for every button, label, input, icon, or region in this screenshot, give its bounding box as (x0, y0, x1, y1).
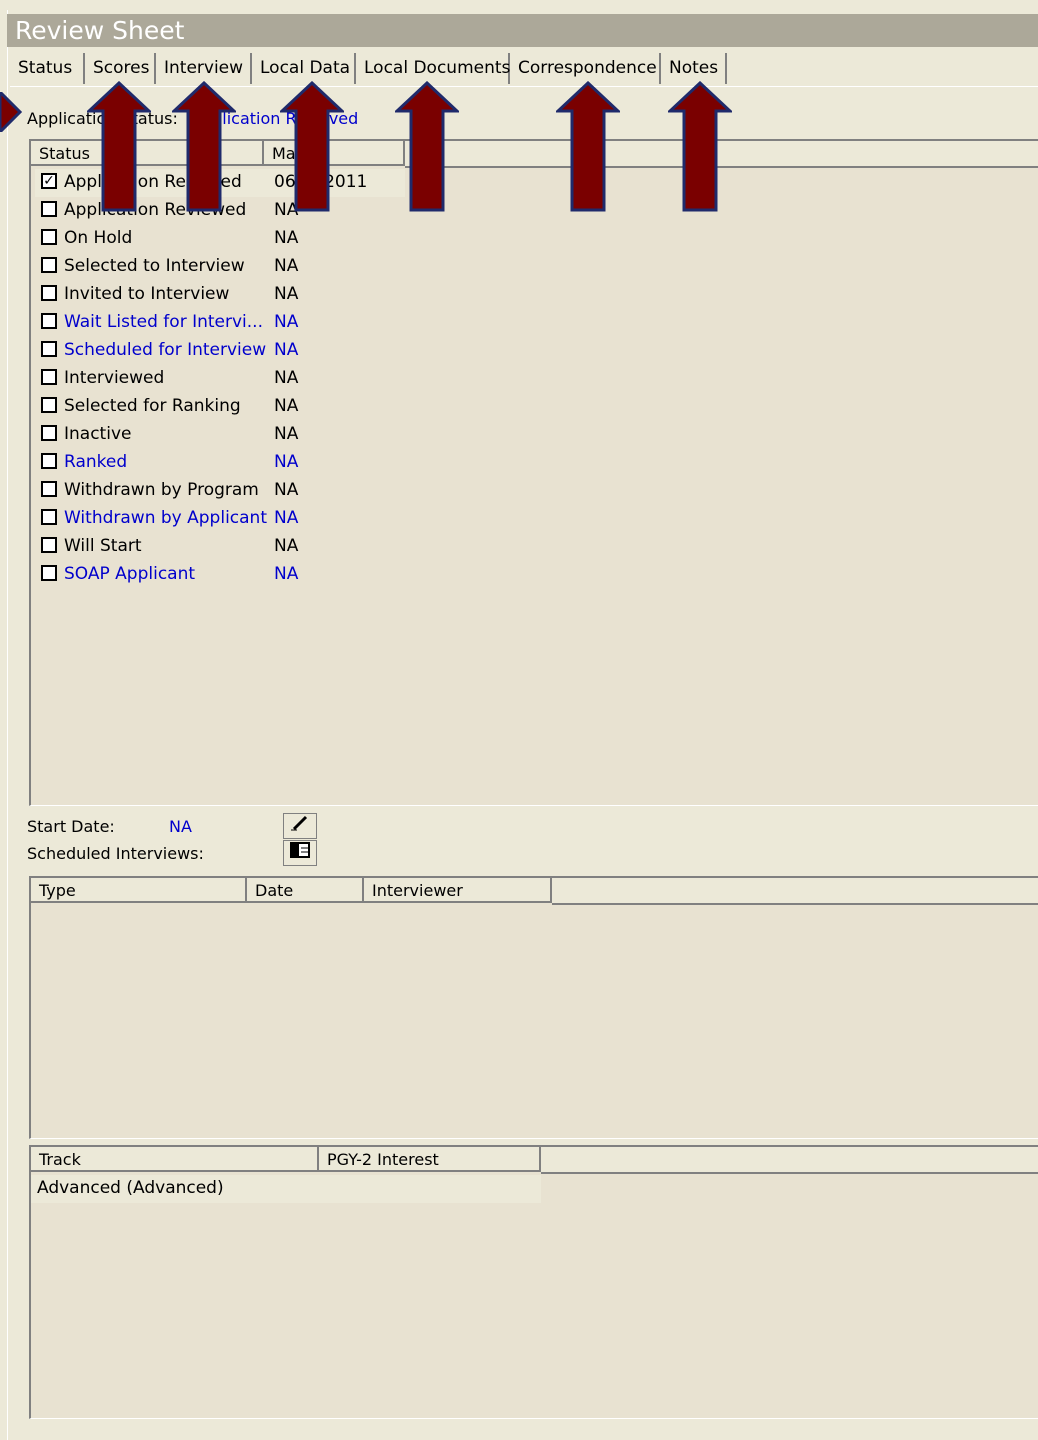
pencil-icon (291, 815, 308, 831)
status-row[interactable]: Interviewed NA (35, 365, 405, 393)
checkbox[interactable] (41, 481, 57, 497)
status-name: Selected for Ranking (64, 396, 241, 416)
status-name: Withdrawn by Program (64, 480, 259, 500)
tab-interview[interactable]: Interview (156, 53, 252, 84)
scheduled-interviews-list[interactable]: Type Date Interviewer (29, 876, 1038, 1139)
status-row[interactable]: Ranked NA (35, 449, 405, 477)
annotation-arrow-scores (87, 81, 151, 212)
tab-divider (10, 86, 1038, 87)
status-name: Selected to Interview (64, 256, 245, 276)
status-date: NA (274, 536, 299, 556)
column-header-pgy2-interest[interactable]: PGY-2 Interest (319, 1147, 541, 1172)
calendar-icon (290, 842, 310, 858)
checkbox[interactable] (41, 201, 57, 217)
status-date: NA (274, 480, 299, 500)
schedule-interview-button[interactable] (283, 840, 317, 866)
checkbox[interactable] (41, 369, 57, 385)
status-row[interactable]: Withdrawn by Program NA (35, 477, 405, 505)
status-date: NA (274, 508, 299, 528)
status-date: NA (274, 452, 299, 472)
checkbox[interactable] (41, 313, 57, 329)
column-header-type[interactable]: Type (31, 878, 247, 903)
status-name: Wait Listed for Intervi... (64, 312, 263, 332)
header-filler (552, 878, 1038, 905)
status-date: NA (274, 396, 299, 416)
annotation-arrow-notes (668, 81, 732, 212)
status-row[interactable]: SOAP Applicant NA (35, 561, 405, 589)
checkbox[interactable] (41, 257, 57, 273)
status-list[interactable]: Status Marked ✓ Application Received 06/… (29, 139, 1038, 806)
start-date-label: Start Date: (27, 817, 115, 836)
status-date: NA (274, 312, 299, 332)
status-row[interactable]: Selected for Ranking NA (35, 393, 405, 421)
checkbox[interactable] (41, 397, 57, 413)
checkbox[interactable] (41, 537, 57, 553)
checkbox[interactable] (41, 341, 57, 357)
status-name: SOAP Applicant (64, 564, 196, 584)
track-list[interactable]: Track PGY-2 Interest Advanced (Advanced) (29, 1145, 1038, 1419)
track-value: Advanced (Advanced) (37, 1178, 224, 1198)
window-title: Review Sheet (7, 14, 1038, 47)
status-name: On Hold (64, 228, 133, 248)
checkbox[interactable] (41, 229, 57, 245)
tab-notes[interactable]: Notes (661, 53, 727, 84)
edit-start-date-button[interactable] (283, 813, 317, 839)
checkbox[interactable] (41, 285, 57, 301)
status-name: Invited to Interview (64, 284, 230, 304)
status-row[interactable]: On Hold NA (35, 225, 405, 253)
status-date: NA (274, 368, 299, 388)
annotation-arrow-interview (172, 81, 236, 212)
status-date: NA (274, 284, 299, 304)
tab-correspondence[interactable]: Correspondence (510, 53, 661, 84)
status-row[interactable]: Selected to Interview NA (35, 253, 405, 281)
status-row[interactable]: Inactive NA (35, 421, 405, 449)
checked-checkbox[interactable]: ✓ (41, 173, 57, 189)
tab-scores[interactable]: Scores (85, 53, 156, 84)
tab-strip: Status Scores Interview Local Data Local… (10, 53, 1038, 85)
status-name: Will Start (64, 536, 142, 556)
scheduled-interviews-label: Scheduled Interviews: (27, 844, 204, 863)
start-date-value: NA (169, 817, 192, 836)
checkbox[interactable] (41, 425, 57, 441)
status-name: Inactive (64, 424, 132, 444)
status-row[interactable]: Will Start NA (35, 533, 405, 561)
status-row[interactable]: Invited to Interview NA (35, 281, 405, 309)
checkbox[interactable] (41, 565, 57, 581)
header-filler (541, 1147, 1038, 1174)
track-row[interactable]: Advanced (Advanced) (31, 1175, 541, 1203)
checkbox[interactable] (41, 509, 57, 525)
status-row[interactable]: Withdrawn by Applicant NA (35, 505, 405, 533)
status-name: Interviewed (64, 368, 165, 388)
checkbox[interactable] (41, 453, 57, 469)
status-date: NA (274, 256, 299, 276)
tab-status[interactable]: Status (10, 53, 85, 84)
tab-local-data[interactable]: Local Data (252, 53, 356, 84)
status-name: Scheduled for Interview (64, 340, 267, 360)
status-row[interactable]: Wait Listed for Intervi... NA (35, 309, 405, 337)
column-header-track[interactable]: Track (31, 1147, 319, 1172)
status-name: Withdrawn by Applicant (64, 508, 267, 528)
annotation-arrow-correspondence (556, 81, 620, 212)
status-date: NA (274, 340, 299, 360)
column-header-date[interactable]: Date (247, 878, 364, 903)
annotation-arrow-local-data (280, 81, 344, 212)
status-date: NA (274, 424, 299, 444)
status-date: NA (274, 564, 299, 584)
tab-local-documents[interactable]: Local Documents (356, 53, 510, 84)
column-header-interviewer[interactable]: Interviewer (364, 878, 552, 903)
annotation-arrow-local-documents (395, 81, 459, 212)
annotation-arrow-right (0, 92, 22, 132)
status-row[interactable]: Scheduled for Interview NA (35, 337, 405, 365)
status-date: NA (274, 228, 299, 248)
status-name: Ranked (64, 452, 128, 472)
